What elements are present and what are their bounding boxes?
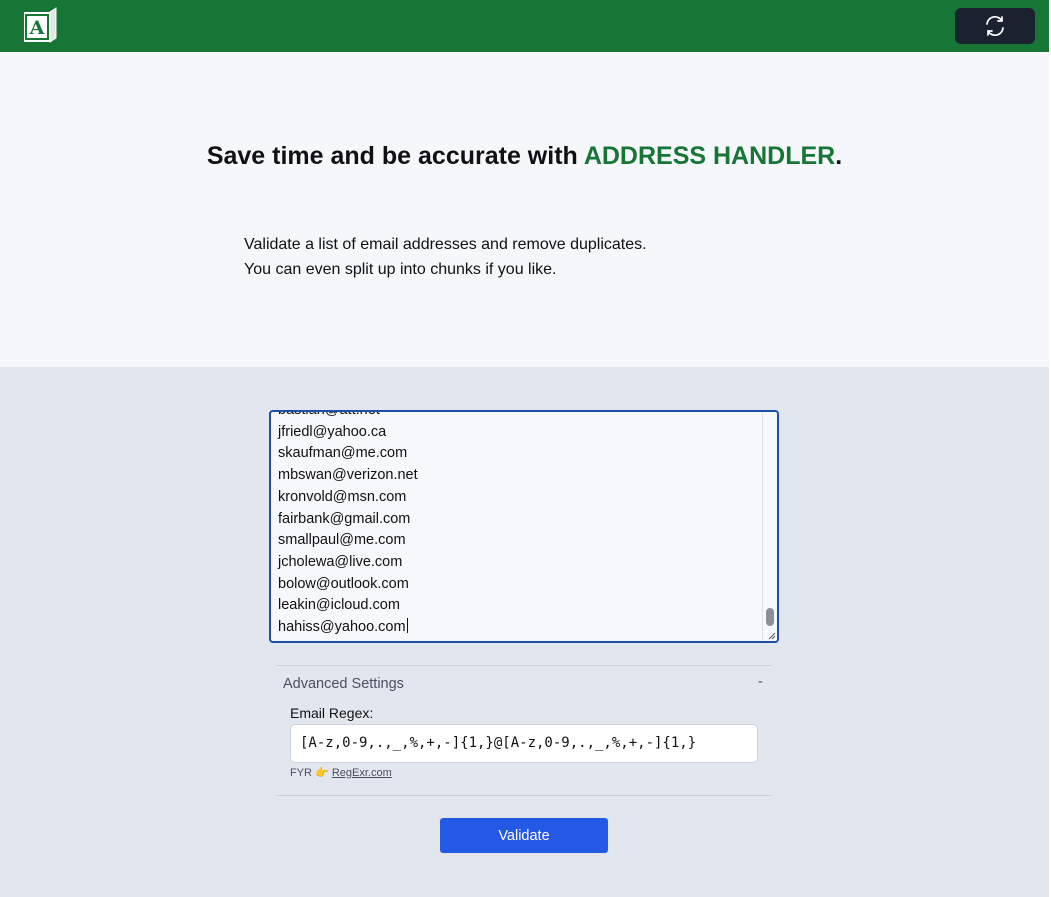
fyr-note: FYR 👉 RegExr.com bbox=[290, 766, 392, 779]
intro-text: Validate a list of email addresses and r… bbox=[244, 232, 647, 282]
brand-name: ADDRESS HANDLER bbox=[583, 142, 836, 170]
headline-prefix: Save time and be accurate with bbox=[206, 142, 584, 170]
validate-button[interactable]: Validate bbox=[440, 818, 608, 853]
email-line-last: hahiss@yahoo.com bbox=[278, 617, 418, 639]
email-line: leakin@icloud.com bbox=[278, 597, 400, 614]
textarea-scrollbar[interactable] bbox=[762, 412, 777, 641]
pointing-hand-icon: 👉 bbox=[315, 767, 329, 779]
email-list-textarea[interactable]: bastian@att.net jfriedl@yahoo.ca skaufma… bbox=[269, 410, 779, 643]
email-line: kronvold@msn.com bbox=[278, 488, 407, 505]
email-list: bastian@att.net jfriedl@yahoo.ca skaufma… bbox=[278, 410, 418, 639]
regex-label: Email Regex: bbox=[290, 705, 374, 721]
text-caret bbox=[406, 618, 408, 634]
headline-suffix: . bbox=[835, 142, 843, 170]
email-line: fairbank@gmail.com bbox=[278, 510, 411, 527]
address-book-icon[interactable]: A bbox=[20, 6, 60, 46]
svg-text:A: A bbox=[29, 17, 45, 39]
divider-top bbox=[276, 665, 772, 666]
email-line: hahiss@yahoo.com bbox=[278, 619, 406, 636]
fyr-prefix: FYR bbox=[290, 767, 312, 779]
advanced-settings-toggle[interactable]: - bbox=[758, 674, 763, 690]
refresh-button[interactable] bbox=[955, 8, 1035, 44]
email-line: bastian@att.net bbox=[278, 410, 380, 418]
intro-line-1: Validate a list of email addresses and r… bbox=[244, 236, 647, 253]
resize-handle-icon[interactable] bbox=[766, 630, 776, 640]
advanced-settings-title[interactable]: Advanced Settings bbox=[283, 676, 404, 692]
email-line: skaufman@me.com bbox=[278, 445, 408, 462]
regexr-link[interactable]: RegExr.com bbox=[332, 767, 392, 779]
email-line: jfriedl@yahoo.ca bbox=[278, 423, 387, 440]
scrollbar-thumb[interactable] bbox=[766, 608, 774, 626]
refresh-icon bbox=[986, 15, 1004, 37]
page-headline: Save time and be accurate with ADDRESS H… bbox=[0, 142, 1049, 171]
email-line: jcholewa@live.com bbox=[278, 553, 403, 570]
top-bar: A bbox=[0, 0, 1049, 52]
email-line: smallpaul@me.com bbox=[278, 532, 406, 549]
email-line: bolow@outlook.com bbox=[278, 575, 409, 592]
intro-line-2: You can even split up into chunks if you… bbox=[244, 261, 557, 278]
hero-section: Save time and be accurate with ADDRESS H… bbox=[0, 52, 1049, 367]
divider-bottom bbox=[276, 795, 772, 796]
email-line: mbswan@verizon.net bbox=[278, 467, 418, 484]
regex-input[interactable]: [A-z,0-9,.,_,%,+,-]{1,}@[A-z,0-9,.,_,%,+… bbox=[290, 724, 758, 763]
